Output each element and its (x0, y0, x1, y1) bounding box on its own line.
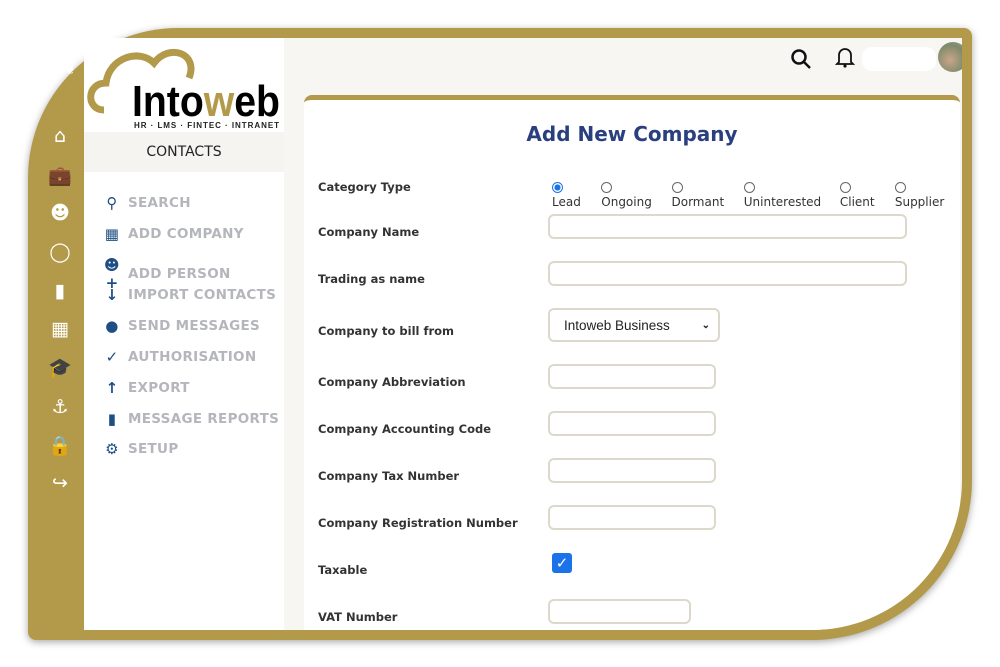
menu-item-label: SEARCH (128, 195, 191, 211)
search-icon: ⚲ (106, 194, 118, 212)
comment-icon: ● (105, 317, 119, 336)
chat-icon[interactable]: ◯ (48, 241, 72, 263)
bell-icon[interactable] (834, 46, 856, 72)
menu-item-label: SETUP (128, 441, 179, 458)
menu-item-label: IMPORT CONTACTS (128, 287, 277, 304)
radio-dormant[interactable]: Dormant (671, 181, 736, 209)
home-icon[interactable]: ⌂ (48, 125, 72, 147)
vat-number-input[interactable] (548, 599, 691, 624)
category-radio-group: Lead Ongoing Dormant Uninterested Client Supp… (552, 181, 960, 209)
graduation-cap-icon[interactable]: 🎓 (48, 356, 72, 379)
radio-button[interactable] (601, 182, 613, 193)
radio-button[interactable] (671, 182, 683, 193)
radio-button[interactable] (894, 182, 906, 193)
page-title: Add New Company (526, 122, 738, 146)
trading-name-label: Trading as name (318, 272, 425, 286)
bill-from-label: Company to bill from (318, 324, 455, 338)
tax-number-input[interactable] (548, 458, 716, 483)
intoweb-logo: Intoweb HR · LMS · FINTEC · INTRANET (84, 38, 284, 132)
menu-item-label: ADD COMPANY (128, 225, 244, 242)
menu-item-add-company[interactable]: ▦ ADD COMPANY (100, 225, 244, 243)
bill-from-value: Intoweb Business (564, 317, 670, 333)
file-icon: ▮ (107, 409, 117, 428)
leaf-icon[interactable]: ❦ (58, 62, 82, 78)
abbreviation-label: Company Abbreviation (318, 375, 466, 389)
menu-item-authorisation[interactable]: ✓ AUTHORISATION (100, 348, 257, 366)
menu-item-setup[interactable]: ⚙ SETUP (100, 440, 179, 458)
gear-icon: ⚙ (105, 440, 119, 459)
search-icon[interactable] (790, 48, 812, 75)
bill-from-select[interactable]: Intoweb Business ⌄ (548, 308, 720, 342)
app-window: Intoweb HR · LMS · FINTEC · INTRANET CON… (84, 38, 962, 630)
folder-icon[interactable]: ▮ (48, 280, 72, 302)
menu-item-label: SEND MESSAGES (128, 318, 261, 335)
radio-uninterested[interactable]: Uninterested (743, 181, 832, 209)
radio-label: Supplier (894, 195, 945, 209)
menu-item-send-messages[interactable]: ● SEND MESSAGES (100, 317, 260, 335)
radio-label: Client (839, 195, 875, 209)
radio-lead[interactable]: Lead (552, 181, 593, 209)
sign-out-icon[interactable]: ↪ (48, 472, 72, 494)
lock-icon[interactable]: 🔒 (48, 434, 72, 457)
accounting-code-input[interactable] (548, 411, 716, 436)
menu-item-label: EXPORT (128, 379, 190, 396)
category-label: Category Type (318, 180, 411, 194)
anchor-icon[interactable]: ⚓ (48, 396, 72, 418)
radio-button[interactable] (743, 182, 755, 193)
svg-text:Intoweb: Intoweb (132, 77, 280, 126)
building-icon: ▦ (104, 224, 120, 243)
arrow-up-icon: ↑ (105, 378, 119, 397)
menu-item-message-reports[interactable]: ▮ MESSAGE REPORTS (100, 410, 279, 428)
add-company-form: Add New Company Category Type Lead Ongoin… (304, 95, 960, 630)
company-name-input[interactable] (548, 214, 907, 239)
radio-label: Dormant (671, 195, 725, 209)
cloud-logo-icon: Intoweb HR · LMS · FINTEC · INTRANET (87, 48, 280, 130)
accounting-code-label: Company Accounting Code (318, 422, 492, 436)
svg-text:HR · LMS · FINTEC · INTRANET: HR · LMS · FINTEC · INTRANET (134, 121, 279, 130)
radio-supplier[interactable]: Supplier (894, 181, 956, 209)
briefcase-icon[interactable]: 💼 (48, 164, 72, 187)
avatar[interactable] (938, 42, 962, 72)
user-name-area[interactable] (862, 47, 936, 71)
radio-button[interactable] (839, 182, 851, 193)
users-icon[interactable]: ☻ (48, 202, 72, 224)
menu-item-label: ADD PERSON (128, 265, 231, 282)
registration-number-label: Company Registration Number (318, 516, 518, 530)
calendar-icon[interactable]: ▦ (48, 318, 72, 340)
section-title: CONTACTS (84, 132, 284, 172)
vat-number-label: VAT Number (318, 610, 398, 624)
radio-client[interactable]: Client (839, 181, 887, 209)
menu-item-search[interactable]: ⚲ SEARCH (100, 194, 191, 212)
radio-label: Lead (552, 195, 581, 209)
menu-item-label: AUTHORISATION (128, 349, 257, 365)
arrow-down-icon: ↓ (105, 286, 119, 305)
radio-label: Uninterested (743, 195, 822, 209)
menu-item-export[interactable]: ↑ EXPORT (100, 379, 190, 397)
radio-label: Ongoing (601, 195, 652, 209)
radio-button[interactable] (552, 182, 563, 193)
tax-number-label: Company Tax Number (318, 469, 460, 483)
registration-number-input[interactable] (548, 505, 716, 530)
taxable-label: Taxable (318, 563, 368, 577)
company-name-label: Company Name (318, 225, 420, 239)
taxable-checkbox[interactable]: ✓ (552, 553, 572, 573)
radio-ongoing[interactable]: Ongoing (601, 181, 663, 209)
check-icon: ✓ (105, 348, 119, 366)
menu-item-label: MESSAGE REPORTS (128, 410, 280, 427)
chevron-down-icon: ⌄ (701, 319, 710, 331)
abbreviation-input[interactable] (548, 364, 716, 389)
trading-name-input[interactable] (548, 261, 907, 286)
contacts-menu: Intoweb HR · LMS · FINTEC · INTRANET CON… (84, 38, 284, 630)
menu-item-import-contacts[interactable]: ↓ IMPORT CONTACTS (100, 286, 276, 304)
